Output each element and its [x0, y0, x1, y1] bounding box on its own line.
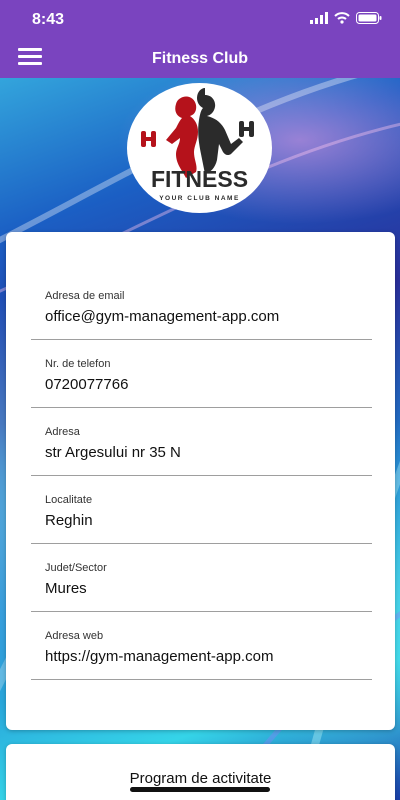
city-field[interactable]: Localitate Reghin [31, 494, 372, 544]
address-label: Adresa [45, 426, 80, 438]
address-field[interactable]: Adresa str Argesului nr 35 N [31, 426, 372, 476]
website-field[interactable]: Adresa web https://gym-management-app.co… [31, 630, 372, 680]
wifi-icon [334, 12, 350, 24]
phone-field[interactable]: Nr. de telefon 0720077766 [31, 358, 372, 408]
county-value: Mures [45, 580, 87, 597]
home-indicator[interactable] [130, 787, 270, 792]
logo-tagline-text: YOUR CLUB NAME [159, 195, 240, 202]
county-field[interactable]: Judet/Sector Mures [31, 562, 372, 612]
email-value: office@gym-management-app.com [45, 308, 280, 325]
status-bar: 8:43 [0, 0, 400, 40]
phone-value: 0720077766 [45, 376, 129, 393]
address-value: str Argesului nr 35 N [45, 444, 181, 461]
phone-label: Nr. de telefon [45, 358, 111, 370]
website-label: Adresa web [45, 630, 104, 642]
city-value: Reghin [45, 512, 93, 529]
signal-icon [310, 12, 328, 24]
battery-icon [356, 12, 382, 24]
website-value: https://gym-management-app.com [45, 648, 274, 665]
city-label: Localitate [45, 494, 93, 506]
status-icons [310, 12, 382, 24]
page-title: Fitness Club [151, 50, 248, 67]
app-bar: Fitness Club [0, 40, 400, 78]
email-label: Adresa de email [45, 290, 125, 302]
status-time: 8:43 [32, 11, 65, 28]
county-label: Judet/Sector [45, 562, 107, 574]
fitness-logo: FITNESS YOUR CLUB NAME [127, 83, 272, 213]
contact-card: Adresa de email office@gym-management-ap… [6, 232, 395, 730]
email-field[interactable]: Adresa de email office@gym-management-ap… [31, 290, 372, 340]
schedule-button[interactable]: Program de activitate [6, 770, 395, 787]
logo-brand-text: FITNESS [151, 166, 248, 192]
